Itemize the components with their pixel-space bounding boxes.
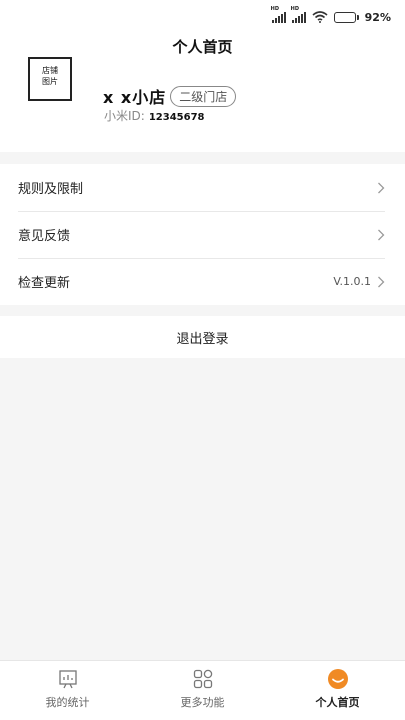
shop-image-label: 店铺 xyxy=(42,66,58,75)
chevron-right-icon xyxy=(378,276,385,287)
signal-tag: HD xyxy=(270,6,279,12)
shop-name-row: x x小店 二级门店 xyxy=(103,84,237,108)
tab-label: 我的统计 xyxy=(45,696,90,709)
menu-item-check-update[interactable]: 检查更新 V.1.0.1 xyxy=(0,258,405,305)
menu-item-feedback[interactable]: 意见反馈 xyxy=(0,211,405,258)
menu-item-label: 规则及限制 xyxy=(18,182,84,197)
signal-icon: HD xyxy=(291,6,306,23)
profile-header: 个人首页 店铺 图片 x x小店 二级门店 小米ID: 12345678 xyxy=(0,34,405,152)
xiaomi-id-row: 小米ID: 12345678 xyxy=(104,107,205,124)
grid-apps-icon xyxy=(193,669,212,689)
tab-my-stats[interactable]: 我的统计 xyxy=(0,661,135,720)
shop-name: x x小店 xyxy=(103,88,167,107)
battery-icon xyxy=(333,11,359,23)
logout-button[interactable]: 退出登录 xyxy=(0,316,405,358)
menu-item-label: 检查更新 xyxy=(18,276,71,291)
shop-image-label: 图片 xyxy=(42,77,58,86)
logout-label: 退出登录 xyxy=(176,331,229,347)
chevron-right-icon xyxy=(378,182,385,193)
shop-image[interactable]: 店铺 图片 xyxy=(28,57,72,101)
settings-menu: 规则及限制 意见反馈 检查更新 V.1.0.1 xyxy=(0,164,405,305)
status-bar: HD HD 92% xyxy=(0,0,405,34)
signal-tag: HD xyxy=(290,6,299,12)
battery-percent: 92% xyxy=(364,10,391,24)
tab-more-features[interactable]: 更多功能 xyxy=(135,661,270,720)
tab-personal-home[interactable]: 个人首页 xyxy=(270,661,405,720)
smile-face-icon xyxy=(327,669,348,689)
menu-item-rules[interactable]: 规则及限制 xyxy=(0,164,405,211)
bottom-tab-bar: 我的统计 更多功能 个人首页 xyxy=(0,660,405,720)
wifi-icon xyxy=(312,11,328,23)
version-value: V.1.0.1 xyxy=(333,275,371,288)
id-value: 12345678 xyxy=(148,112,205,123)
signal-icon: HD xyxy=(271,6,286,23)
level-badge: 二级门店 xyxy=(170,85,237,107)
chevron-right-icon xyxy=(378,229,385,240)
tab-label: 个人首页 xyxy=(315,696,360,709)
page-title: 个人首页 xyxy=(172,38,233,56)
chart-board-icon xyxy=(58,670,77,689)
tab-label: 更多功能 xyxy=(180,696,225,709)
id-label: 小米ID: xyxy=(104,109,145,123)
menu-item-label: 意见反馈 xyxy=(18,229,71,244)
